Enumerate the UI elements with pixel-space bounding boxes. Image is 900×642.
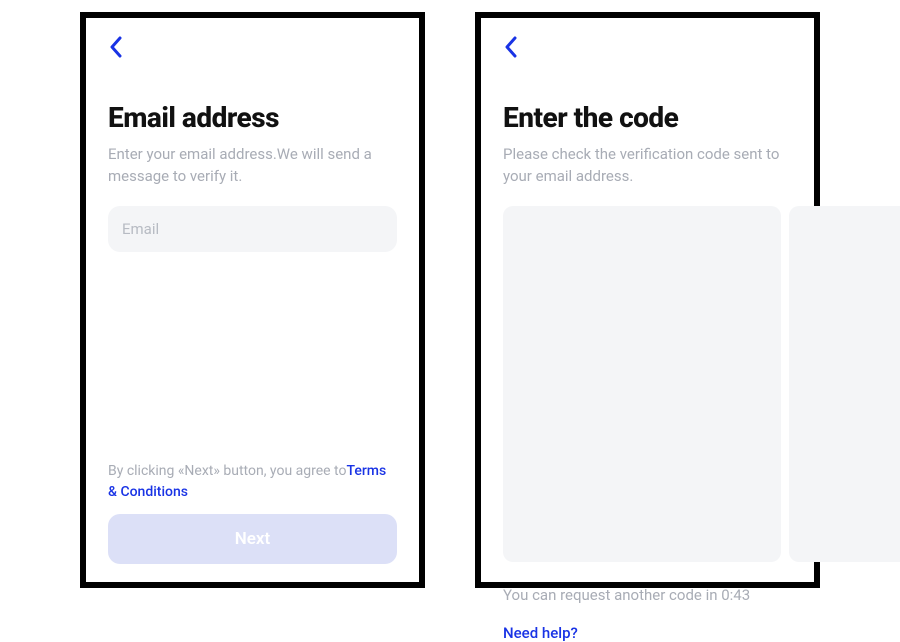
need-help-link[interactable]: Need help?: [503, 624, 792, 642]
resend-text: You can request another code in 0:43: [503, 586, 792, 604]
back-icon[interactable]: [108, 36, 132, 63]
email-field[interactable]: [108, 206, 397, 252]
terms-prefix: By clicking «Next» button, you agree to: [108, 463, 346, 479]
screen-email: Email address Enter your email address.W…: [80, 12, 425, 588]
code-digit-2[interactable]: [789, 206, 900, 562]
next-button[interactable]: Next: [108, 514, 397, 564]
page-description: Enter your email address.We will send a …: [108, 144, 397, 188]
page-title: Enter the code: [503, 101, 792, 134]
screen-code: Enter the code Please check the verifica…: [475, 12, 820, 588]
code-digit-1[interactable]: [503, 206, 781, 562]
page-title: Email address: [108, 101, 397, 134]
resend-prefix: You can request another code in: [503, 586, 721, 604]
resend-countdown: 0:43: [721, 586, 750, 604]
terms-text: By clicking «Next» button, you agree toT…: [108, 461, 397, 502]
page-description: Please check the verification code sent …: [503, 144, 792, 188]
code-input-row: [503, 206, 792, 562]
back-icon[interactable]: [503, 36, 527, 63]
